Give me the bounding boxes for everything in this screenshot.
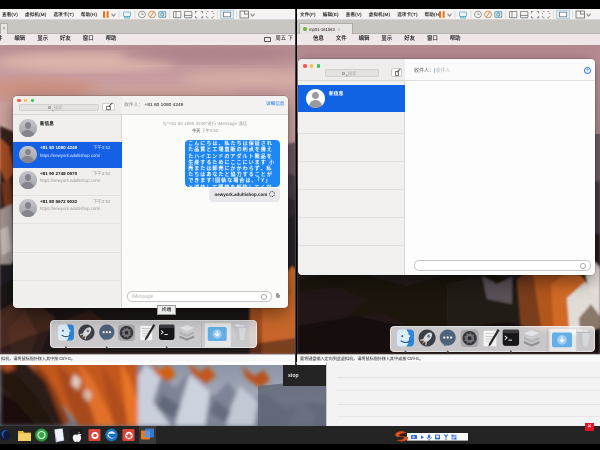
svg-text:中: 中 <box>412 434 416 439</box>
